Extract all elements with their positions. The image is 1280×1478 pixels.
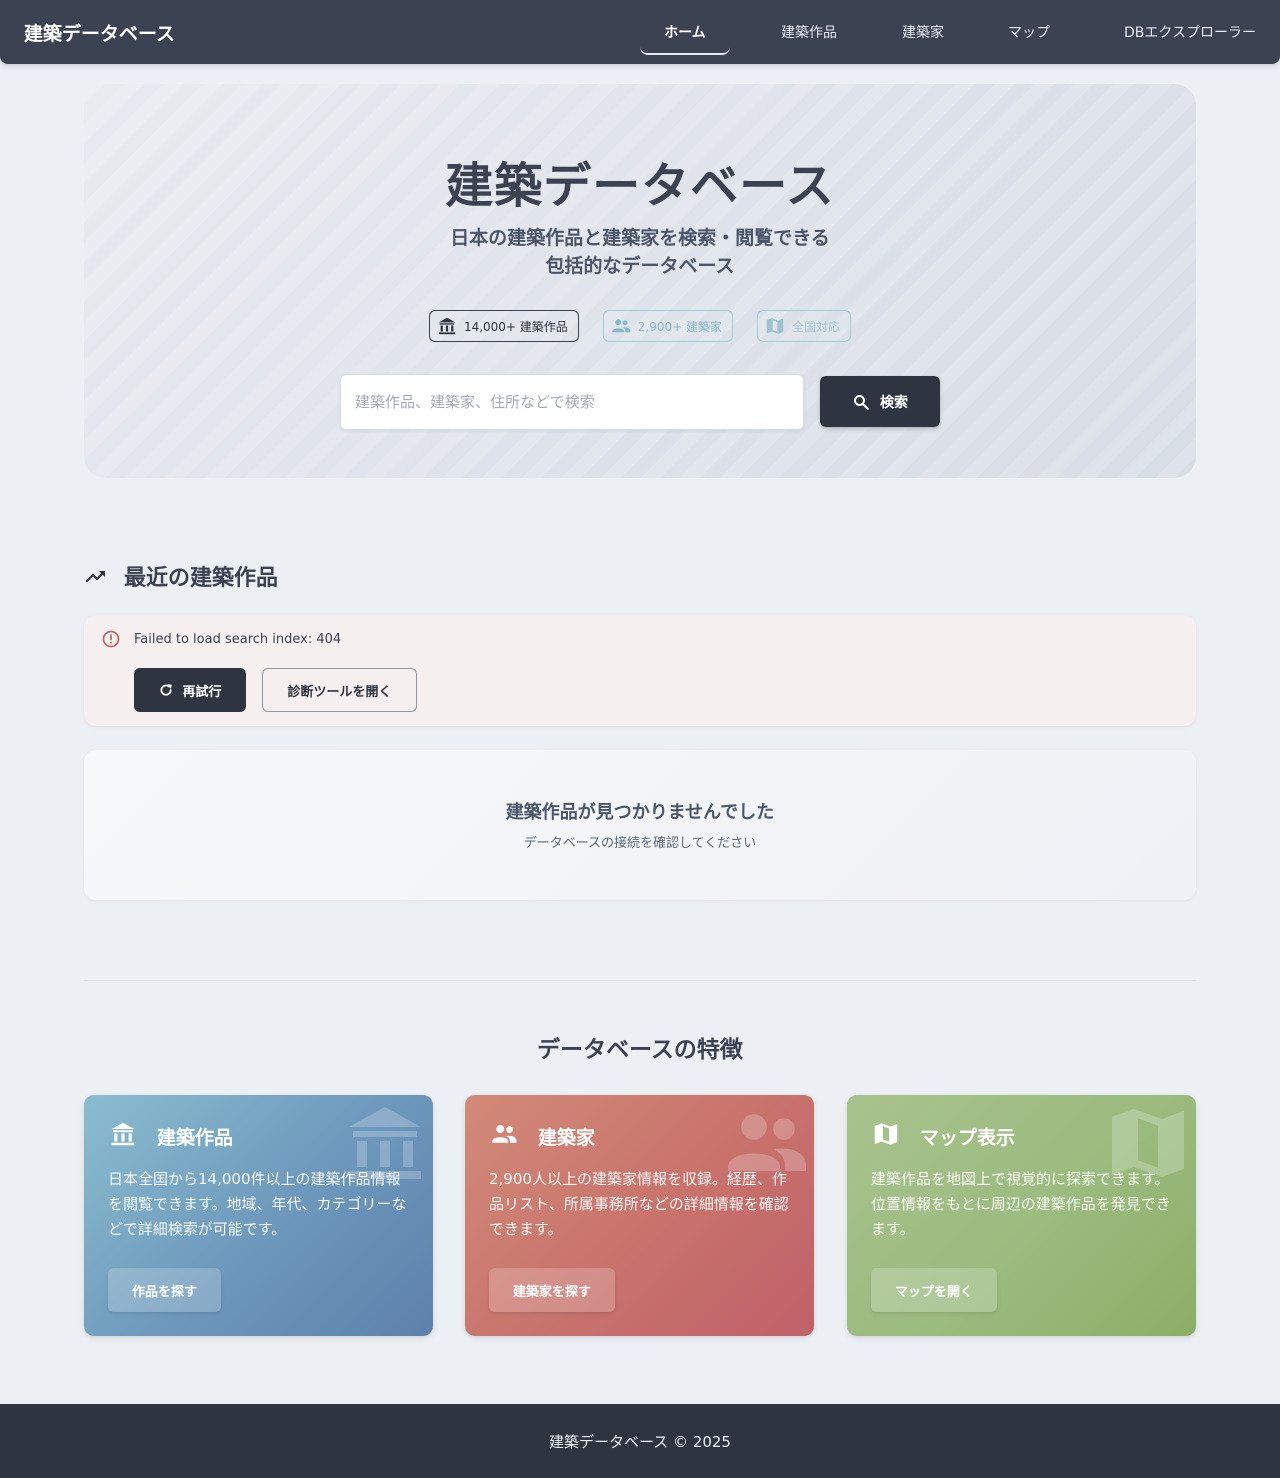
hero-subtitle: 日本の建築作品と建築家を検索・閲覧できる 包括的なデータベース <box>84 224 1196 280</box>
main-nav: ホーム 建築作品 建築家 マップ DBエクスプローラー <box>640 0 1256 64</box>
empty-state-subtitle: データベースの接続を確認してください <box>523 836 757 851</box>
top-navbar: 建築データベース ホーム 建築作品 建築家 マップ DBエクスプローラー <box>0 0 1280 64</box>
stat-badge-coverage-label: 全国対応 <box>792 319 841 334</box>
people-icon <box>612 319 630 333</box>
stat-badge-coverage: 全国対応 <box>757 310 852 342</box>
error-alert: Failed to load search index: 404 再試行 診断ツ… <box>84 615 1196 726</box>
footer: 建築データベース © 2025 <box>0 1404 1280 1478</box>
nav-link-works[interactable]: 建築作品 <box>754 0 864 64</box>
refresh-icon <box>160 684 173 696</box>
stat-badge-works: 14,000+ 建築作品 <box>428 310 579 342</box>
features-title: データベースの特徴 <box>537 1037 743 1063</box>
search-icon <box>854 394 869 410</box>
search-button-label: 検索 <box>880 394 908 411</box>
map-icon <box>874 1123 898 1145</box>
hero-title: 建築データベース <box>445 158 835 214</box>
error-icon <box>102 630 120 648</box>
open-map-button[interactable]: マップを開く <box>871 1268 998 1312</box>
stats-badges: 14,000+ 建築作品 2,900+ 建築家 全国対応 <box>84 310 1196 342</box>
nav-link-map[interactable]: マップ <box>982 0 1076 64</box>
error-message: Failed to load search index: 404 <box>134 632 342 647</box>
nav-link-architects[interactable]: 建築家 <box>864 0 982 64</box>
nav-link-home[interactable]: ホーム <box>640 0 730 64</box>
hero-subtitle-line2: 包括的なデータベース <box>545 255 735 277</box>
find-works-button[interactable]: 作品を探す <box>108 1268 222 1312</box>
search-button[interactable]: 検索 <box>820 376 940 427</box>
hero-section: 建築データベース 日本の建築作品と建築家を検索・閲覧できる 包括的なデータベース… <box>84 84 1196 478</box>
nav-link-db-explorer[interactable]: DBエクスプローラー <box>1076 0 1256 64</box>
recent-works-header: 最近の建築作品 <box>84 560 278 592</box>
feature-card-description: 建築作品を地図上で視覚的に探索できます。位置情報をもとに周辺の建築作品を発見でき… <box>871 1170 1171 1238</box>
section-divider <box>84 980 1196 981</box>
empty-state: 建築作品が見つかりませんでした データベースの接続を確認してください <box>84 750 1196 900</box>
open-diagnostics-button[interactable]: 診断ツールを開く <box>262 668 417 712</box>
map-icon <box>766 318 784 334</box>
trending-up-icon <box>85 570 106 583</box>
recent-works-title: 最近の建築作品 <box>124 566 279 591</box>
footer-copyright: 建築データベース © 2025 <box>549 1432 731 1451</box>
empty-state-title: 建築作品が見つかりませんでした <box>505 802 775 823</box>
feature-card-description: 2,900人以上の建築家情報を収録。経歴、作品リスト、所属事務所などの詳細情報を… <box>489 1170 789 1238</box>
brand-logo[interactable]: 建築データベース <box>24 19 175 46</box>
feature-card-title: 建築作品 <box>157 1127 234 1149</box>
feature-card-architects: 建築家 2,900人以上の建築家情報を収録。経歴、作品リスト、所属事務所などの詳… <box>465 1095 814 1336</box>
feature-card-works: 建築作品 日本全国から14,000件以上の建築作品情報を閲覧できます。地域、年代… <box>84 1095 433 1336</box>
hero-subtitle-line1: 日本の建築作品と建築家を検索・閲覧できる <box>450 227 830 249</box>
stat-badge-works-label: 14,000+ 建築作品 <box>463 319 568 334</box>
retry-button-label: 再試行 <box>182 684 222 700</box>
feature-card-title: マップ表示 <box>920 1127 1016 1149</box>
retry-button[interactable]: 再試行 <box>134 668 246 712</box>
stat-badge-architects-label: 2,900+ 建築家 <box>637 319 723 334</box>
feature-card-map: マップ表示 建築作品を地図上で視覚的に探索できます。位置情報をもとに周辺の建築作… <box>847 1095 1196 1336</box>
building-icon <box>111 1122 135 1146</box>
feature-card-description: 日本全国から14,000件以上の建築作品情報を閲覧できます。地域、年代、カテゴリ… <box>108 1170 407 1238</box>
stat-badge-architects: 2,900+ 建築家 <box>602 310 734 342</box>
search-input[interactable] <box>340 374 804 430</box>
people-icon <box>492 1125 517 1143</box>
find-architects-button[interactable]: 建築家を探す <box>489 1268 616 1312</box>
building-icon <box>438 317 456 335</box>
feature-card-title: 建築家 <box>538 1127 596 1149</box>
